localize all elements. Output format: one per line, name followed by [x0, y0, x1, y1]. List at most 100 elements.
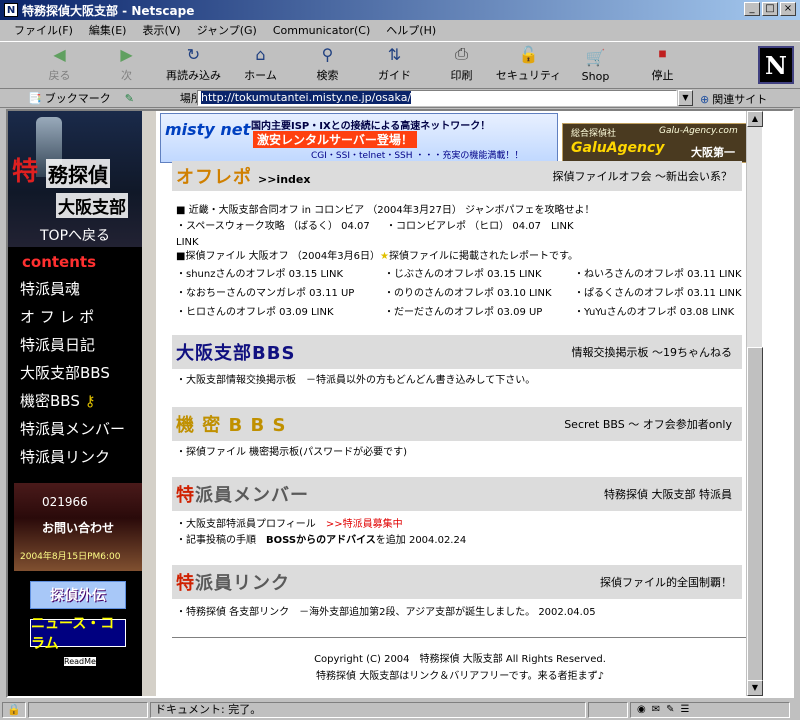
news-column-banner[interactable]: ニュース・コラム [30, 616, 126, 652]
offrepo-spacewalk-link[interactable]: ・スペースウォーク攻略 （ばるく） 04.07 LINK [176, 219, 386, 251]
top-return-link[interactable]: TOPへ戻る [40, 225, 110, 245]
scroll-up-arrow-icon[interactable]: ▲ [747, 111, 763, 127]
stop-button[interactable]: ⏹ 停止 [629, 43, 696, 87]
navigator-icon[interactable]: ◉ [637, 703, 646, 717]
url-dropdown-button[interactable]: ▼ [678, 90, 693, 106]
scroll-down-arrow-icon[interactable]: ▼ [747, 680, 763, 696]
secret-bbs-title: 機 密 B B S [172, 411, 286, 437]
boss-advice-link[interactable]: BOSSからのアドバイス [266, 535, 376, 546]
offrepo-title: オフレポ [172, 163, 252, 189]
sidebar-nav: 特派員魂 オ フ レ ポ 特派員日記 大阪支部BBS 機密BBS ⚷ 特派員メン… [8, 275, 156, 471]
report-link[interactable]: ・じぶさんのオフレポ 03.15 LINK [384, 265, 574, 284]
report-link[interactable]: ・ねいろさんのオフレポ 03.11 LINK [574, 265, 746, 284]
readme-link[interactable]: ReadMe! [64, 657, 99, 666]
print-label: 印刷 [450, 69, 473, 82]
netscape-logo-icon[interactable]: N [758, 46, 794, 84]
contact-banner[interactable]: 021966 お問い合わせ 2004年8月15日PM6:00 [14, 483, 142, 571]
sidebar-item-secret-bbs[interactable]: 機密BBS ⚷ [8, 387, 156, 415]
security-lock-icon: 🔓 [518, 44, 539, 64]
offrepo-index-link[interactable]: >>index [258, 173, 310, 186]
posting-procedure-link[interactable]: ・記事投稿の手順 [176, 535, 256, 546]
close-button[interactable]: × [780, 2, 796, 16]
mail-icon[interactable]: ✉ [652, 703, 660, 717]
menu-file[interactable]: ファイル(F) [6, 22, 81, 38]
netscape-app-icon[interactable]: N [4, 3, 18, 17]
sidebar-scrollbar[interactable] [142, 111, 156, 696]
report-link[interactable]: ・ぱるくさんのオフレポ 03.11 LINK [574, 284, 746, 303]
search-button[interactable]: ⚲ 検索 [294, 43, 361, 87]
secret-bbs-label: 機密BBS [20, 392, 80, 410]
bookmark-icon: 📑 [28, 91, 42, 105]
contact-sub: 2004年8月15日PM6:00 [20, 552, 121, 562]
security-status-icon[interactable]: 🔒 [2, 702, 26, 718]
print-icon: ⎙ [455, 44, 468, 63]
netcaster-icon[interactable]: ☰ [681, 703, 690, 717]
members-title-rest: 派員メンバー [195, 485, 309, 506]
home-button[interactable]: ⌂ ホーム [227, 43, 294, 87]
sidebar-item-spirit[interactable]: 特派員魂 [8, 275, 156, 303]
sidebar-item-diary[interactable]: 特派員日記 [8, 331, 156, 359]
report-link[interactable]: ・ヒロさんのオフレポ 03.09 LINK [176, 303, 384, 322]
offrepo-title-first: オ [176, 167, 195, 188]
key-icon: ⚷ [84, 392, 96, 410]
report-link[interactable]: ・YuYuさんのオフレポ 03.08 LINK [574, 303, 746, 322]
bookmarks-label: ブックマーク [44, 92, 111, 105]
page-frame: 特 務探偵 大阪支部 TOPへ戻る contents 特派員魂 オ フ レ ポ … [6, 109, 794, 698]
offrepo-osaka-desc: 探偵ファイルに掲載されたレポートです。 [388, 251, 578, 262]
sidebar-frame: 特 務探偵 大阪支部 TOPへ戻る contents 特派員魂 オ フ レ ポ … [8, 111, 156, 696]
bbs-title-rest: 阪支部BBS [195, 343, 296, 364]
secret-bbs-link[interactable]: ・探偵ファイル 機密掲示板(パスワードが必要です) [176, 445, 746, 461]
print-button[interactable]: ⎙ 印刷 [428, 43, 495, 87]
sidebar-item-links[interactable]: 特派員リンク [8, 443, 156, 471]
forward-button[interactable]: ▶ 次 [93, 43, 160, 87]
offrepo-osaka-line: ■探偵ファイル 大阪オフ （2004年3月6日） [176, 251, 380, 262]
maximize-button[interactable]: □ [762, 2, 778, 16]
members-title-first: 特 [176, 485, 195, 506]
page-proxy-icon[interactable]: ✎ [125, 92, 134, 105]
minimize-button[interactable]: _ [744, 2, 760, 16]
url-field[interactable]: http://tokumutantei.misty.ne.jp/osaka/ [197, 90, 677, 106]
menu-edit[interactable]: 編集(E) [81, 22, 135, 38]
menu-go[interactable]: ジャンプ(G) [189, 22, 265, 38]
scroll-thumb[interactable] [747, 347, 763, 681]
stop-icon: ⏹ [658, 44, 667, 63]
bookmarks-button[interactable]: 📑 ブックマーク [28, 90, 111, 106]
related-sites-button[interactable]: ⊕ 関連サイト [700, 91, 767, 107]
search-label: 検索 [316, 69, 339, 82]
branch-links-link[interactable]: ・特務探偵 各支部リンク －海外支部追加第2段、アジア支部が誕生しました。 20… [176, 605, 746, 621]
shop-button[interactable]: 🛒 Shop [562, 43, 629, 87]
report-link[interactable]: ・なおちーさんのマンガレポ 03.11 UP [176, 284, 384, 303]
recruiting-link[interactable]: >>特派員募集中 [326, 519, 403, 530]
bbs-link[interactable]: ・大阪支部情報交換掲示板 －特派員以外の方もどんどん書き込みして下さい。 [176, 373, 746, 389]
reload-icon: ↻ [186, 44, 201, 64]
composer-icon[interactable]: ✎ [666, 703, 674, 717]
reload-button[interactable]: ↻ 再読み込み [160, 43, 227, 87]
sidebar-item-offrepo[interactable]: オ フ レ ポ [8, 303, 156, 331]
menu-communicator[interactable]: Communicator(C) [265, 24, 378, 37]
security-button[interactable]: 🔓 セキュリティ [495, 43, 562, 87]
links-section-header: 特派員リンク 探偵ファイル的全国制覇！ [172, 565, 742, 599]
report-link[interactable]: ・だーださんのオフレポ 03.09 UP [384, 303, 574, 322]
forward-arrow-icon: ▶ [120, 44, 133, 64]
tantei-gaiden-banner[interactable]: 探偵外伝 [30, 581, 126, 609]
related-label: 関連サイト [712, 93, 768, 106]
report-link[interactable]: ・のりのさんのオフレポ 03.10 LINK [384, 284, 574, 303]
secret-title-first: 機 [176, 415, 195, 436]
boss-advice-date: を追加 2004.02.24 [375, 535, 467, 546]
report-link[interactable]: ・shunzさんのオフレポ 03.15 LINK [176, 265, 384, 284]
guide-button[interactable]: ⇅ ガイド [361, 43, 428, 87]
galu-agency-banner[interactable]: 総合探偵社 Galu-Agency.com GaluAgency 大阪第一 [562, 123, 760, 163]
galu-branch: 大阪第一 [691, 146, 735, 159]
member-profile-link[interactable]: ・大阪支部特派員プロフィール [176, 519, 316, 530]
main-scrollbar[interactable]: ▲ ▼ [746, 111, 763, 696]
search-icon: ⚲ [321, 44, 334, 64]
menu-help[interactable]: ヘルプ(H) [378, 22, 444, 38]
misty-logo: misty net [165, 120, 251, 139]
misty-net-banner[interactable]: misty net 国内主要ISP・IXとの接続による高速ネットワーク！ 激安レ… [160, 113, 558, 163]
sidebar-item-members[interactable]: 特派員メンバー [8, 415, 156, 443]
menu-view[interactable]: 表示(V) [134, 22, 188, 38]
bbs-section-header: 大阪支部BBS 情報交換掲示板 〜19ちゃんねる [172, 335, 742, 369]
back-button[interactable]: ◀ 戻る [26, 43, 93, 87]
offrepo-colombia-link[interactable]: ・コロンビアレポ （ヒロ） 04.07 LINK [386, 219, 574, 251]
sidebar-item-bbs[interactable]: 大阪支部BBS [8, 359, 156, 387]
